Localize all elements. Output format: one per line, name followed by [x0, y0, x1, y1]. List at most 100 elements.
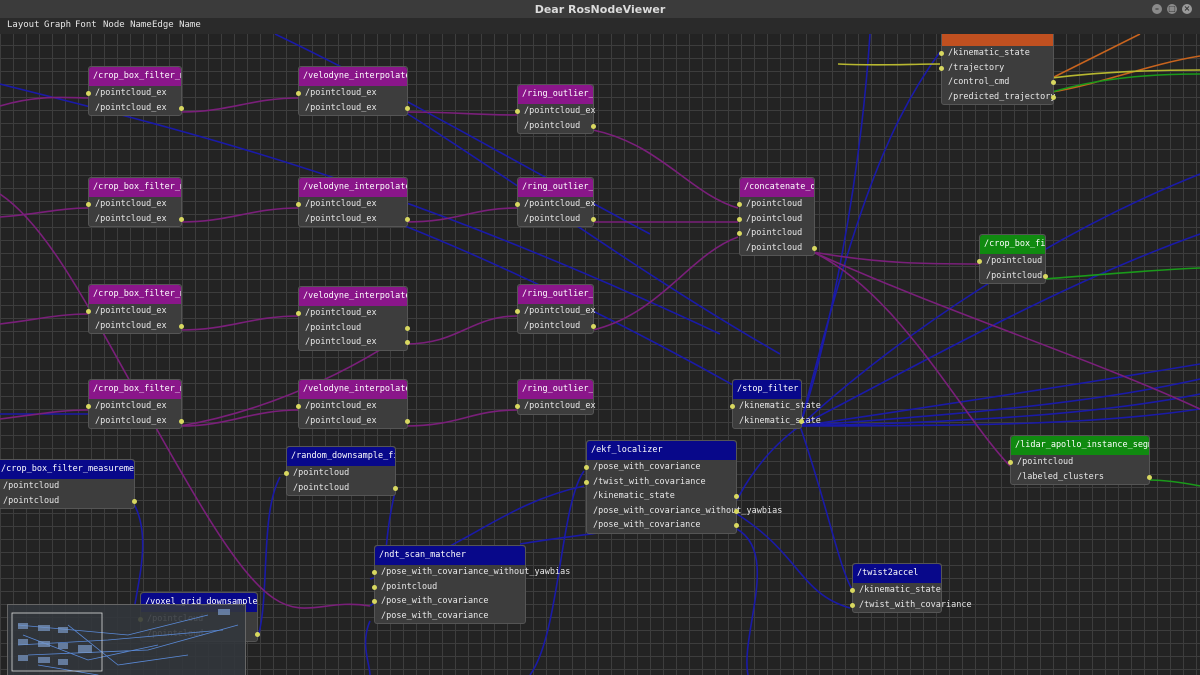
input-pin-icon[interactable] — [296, 404, 301, 409]
node-title[interactable]: /random_downsample_filter — [287, 447, 395, 466]
node-velodyne-interpolate[interactable]: /velodyne_interpolate_node/pointcloud_ex… — [296, 379, 410, 429]
node-title[interactable]: /twist2accel — [853, 564, 941, 583]
node-crop-box-filter[interactable]: /crop_box_filter/pointcloud/pointcloud — [977, 234, 1048, 284]
node-title[interactable]: /stop_filter — [733, 380, 801, 399]
input-pin-icon[interactable] — [737, 216, 742, 222]
output-pin-icon[interactable] — [799, 418, 804, 424]
node-crop-box-filter-mirror[interactable]: /crop_box_filter_mirror/pointcloud_ex/po… — [86, 177, 184, 227]
output-pin-icon[interactable] — [591, 123, 596, 129]
menu-graph[interactable]: Graph — [44, 20, 71, 30]
output-pin-icon[interactable] — [812, 245, 817, 251]
minimize-icon[interactable]: – — [1152, 4, 1162, 14]
node-title[interactable]: /crop_box_filter_mirror — [89, 380, 181, 399]
output-pin-icon[interactable] — [734, 523, 739, 528]
output-pin-icon[interactable] — [179, 216, 184, 222]
menu-font[interactable]: Font — [75, 20, 97, 30]
node-concatenate-data[interactable]: /concatenate_data/pointcloud/pointcloud /… — [737, 177, 817, 256]
input-pin-icon[interactable] — [977, 259, 982, 264]
node-ring-outlier-filter[interactable]: /ring_outlier_filter/pointcloud_ex/point… — [515, 284, 596, 334]
node-title[interactable]: /crop_box_filter_mirror — [89, 285, 181, 304]
input-pin-icon[interactable] — [515, 109, 520, 114]
node-title[interactable]: /crop_box_filter_mirror — [89, 67, 181, 86]
node-twist2accel[interactable]: /twist2accel/kinematic_state/twist_with_… — [850, 563, 972, 613]
input-pin-icon[interactable] — [515, 309, 520, 314]
output-pin-icon[interactable] — [1147, 474, 1152, 480]
node-crop-box-filter-mirror[interactable]: /crop_box_filter_mirror/pointcloud_ex/po… — [86, 379, 184, 429]
node-title[interactable]: /velodyne_interpolate_node — [299, 67, 407, 86]
input-pin-icon[interactable] — [86, 309, 91, 314]
output-pin-icon[interactable] — [591, 216, 596, 222]
node-velodyne-interpolate[interactable]: /velodyne_interpolate_node/pointcloud_ex… — [296, 286, 410, 351]
input-pin-icon[interactable] — [372, 570, 377, 575]
node-title[interactable]: /crop_box_filter — [980, 235, 1045, 254]
node-velodyne-interpolate[interactable]: /velodyne_interpolate_node/pointcloud_ex… — [296, 177, 410, 227]
output-pin-icon[interactable] — [405, 105, 410, 111]
node-crop-box-filter-mirror[interactable]: /crop_box_filter_mirror/pointcloud_ex/po… — [86, 284, 184, 334]
node-title[interactable]: /ring_outlier_filter — [518, 178, 593, 197]
node-crop-box-filter-measurement-range[interactable]: /crop_box_filter_measurement_range/point… — [0, 459, 137, 509]
node-title[interactable] — [942, 34, 1053, 46]
node-title[interactable]: /ring_outlier_filter — [518, 285, 593, 304]
input-pin-icon[interactable] — [284, 471, 289, 476]
menu-layout[interactable]: Layout — [7, 20, 40, 30]
input-pin-icon[interactable] — [737, 202, 742, 207]
menu-node-name[interactable]: Node Name — [103, 20, 152, 30]
input-pin-icon[interactable] — [515, 202, 520, 207]
node-stop-filter[interactable]: /stop_filter/kinematic_state/kinematic_s… — [730, 379, 821, 429]
input-pin-icon[interactable] — [1008, 460, 1013, 465]
node-graph-canvas[interactable]: /crop_box_filter_mirror/pointcloud_ex/po… — [0, 34, 1200, 675]
node-title[interactable]: /lidar_apollo_instance_segmentation — [1011, 436, 1149, 455]
input-pin-icon[interactable] — [515, 404, 520, 409]
input-pin-icon[interactable] — [730, 404, 735, 409]
output-pin-icon[interactable] — [405, 340, 410, 345]
node-title[interactable]: /ekf_localizer — [587, 441, 736, 460]
output-pin-icon[interactable] — [132, 498, 137, 504]
close-icon[interactable]: × — [1182, 4, 1192, 14]
input-pin-icon[interactable] — [737, 231, 742, 236]
input-pin-icon[interactable] — [584, 465, 589, 470]
input-pin-icon[interactable] — [296, 202, 301, 207]
output-pin-icon[interactable] — [734, 494, 739, 499]
node-ring-outlier-filter[interactable]: /ring_outlier_filter/pointcloud_ex/point… — [515, 177, 596, 227]
node-title[interactable]: /ndt_scan_matcher — [375, 546, 525, 565]
node-ekf-localizer[interactable]: /ekf_localizer/pose_with_covariance/twis… — [584, 440, 782, 534]
output-pin-icon[interactable] — [393, 485, 398, 491]
output-pin-icon[interactable] — [405, 418, 410, 424]
node-ndt-scan-matcher[interactable]: /ndt_scan_matcher/pose_with_covariance_w… — [372, 545, 570, 624]
node-title[interactable]: /concatenate_data — [740, 178, 814, 197]
output-pin-icon[interactable] — [255, 631, 260, 637]
node-random-downsample-filter[interactable]: /random_downsample_filter/pointcloud/poi… — [284, 446, 398, 496]
output-pin-icon[interactable] — [1043, 273, 1048, 279]
input-pin-icon[interactable] — [372, 599, 377, 604]
input-pin-icon[interactable] — [86, 202, 91, 207]
node-crop-box-filter-mirror[interactable]: /crop_box_filter_mirror/pointcloud_ex/po… — [86, 66, 184, 116]
input-pin-icon[interactable] — [296, 91, 301, 96]
node-ring-outlier-filter[interactable]: /ring_outlier_filter/pointcloud_ex/point… — [515, 84, 596, 134]
maximize-icon[interactable]: □ — [1167, 4, 1177, 14]
node-title[interactable]: /velodyne_interpolate_node — [299, 380, 407, 399]
input-pin-icon[interactable] — [939, 65, 944, 71]
node-title[interactable]: /crop_box_filter_measurement_range — [0, 460, 134, 479]
menu-edge-name[interactable]: Edge Name — [152, 20, 201, 30]
node-title[interactable]: /ring_outlier_filter — [518, 85, 593, 104]
node-lidar-apollo-instance-segmentation[interactable]: /lidar_apollo_instance_segmentation/poin… — [1008, 435, 1152, 485]
minimap[interactable] — [7, 604, 246, 675]
output-pin-icon[interactable] — [1051, 94, 1056, 100]
output-pin-icon[interactable] — [591, 323, 596, 329]
node-controller[interactable]: /kinematic_state/trajectory/control_cmd /… — [939, 34, 1056, 105]
input-pin-icon[interactable] — [850, 588, 855, 593]
input-pin-icon[interactable] — [86, 91, 91, 96]
node-velodyne-interpolate[interactable]: /velodyne_interpolate_node/pointcloud_ex… — [296, 66, 410, 116]
input-pin-icon[interactable] — [939, 51, 944, 56]
input-pin-icon[interactable] — [86, 404, 91, 409]
node-title[interactable]: /velodyne_interpolate_node — [299, 178, 407, 197]
output-pin-icon[interactable] — [179, 105, 184, 111]
output-pin-icon[interactable] — [405, 325, 410, 331]
output-pin-icon[interactable] — [1051, 80, 1056, 85]
node-ring-outlier-filter[interactable]: /ring_outlier_filter/pointcloud_ex — [515, 379, 596, 415]
input-pin-icon[interactable] — [584, 479, 589, 485]
output-pin-icon[interactable] — [405, 216, 410, 222]
output-pin-icon[interactable] — [179, 418, 184, 424]
output-pin-icon[interactable] — [734, 508, 739, 514]
output-pin-icon[interactable] — [179, 323, 184, 329]
